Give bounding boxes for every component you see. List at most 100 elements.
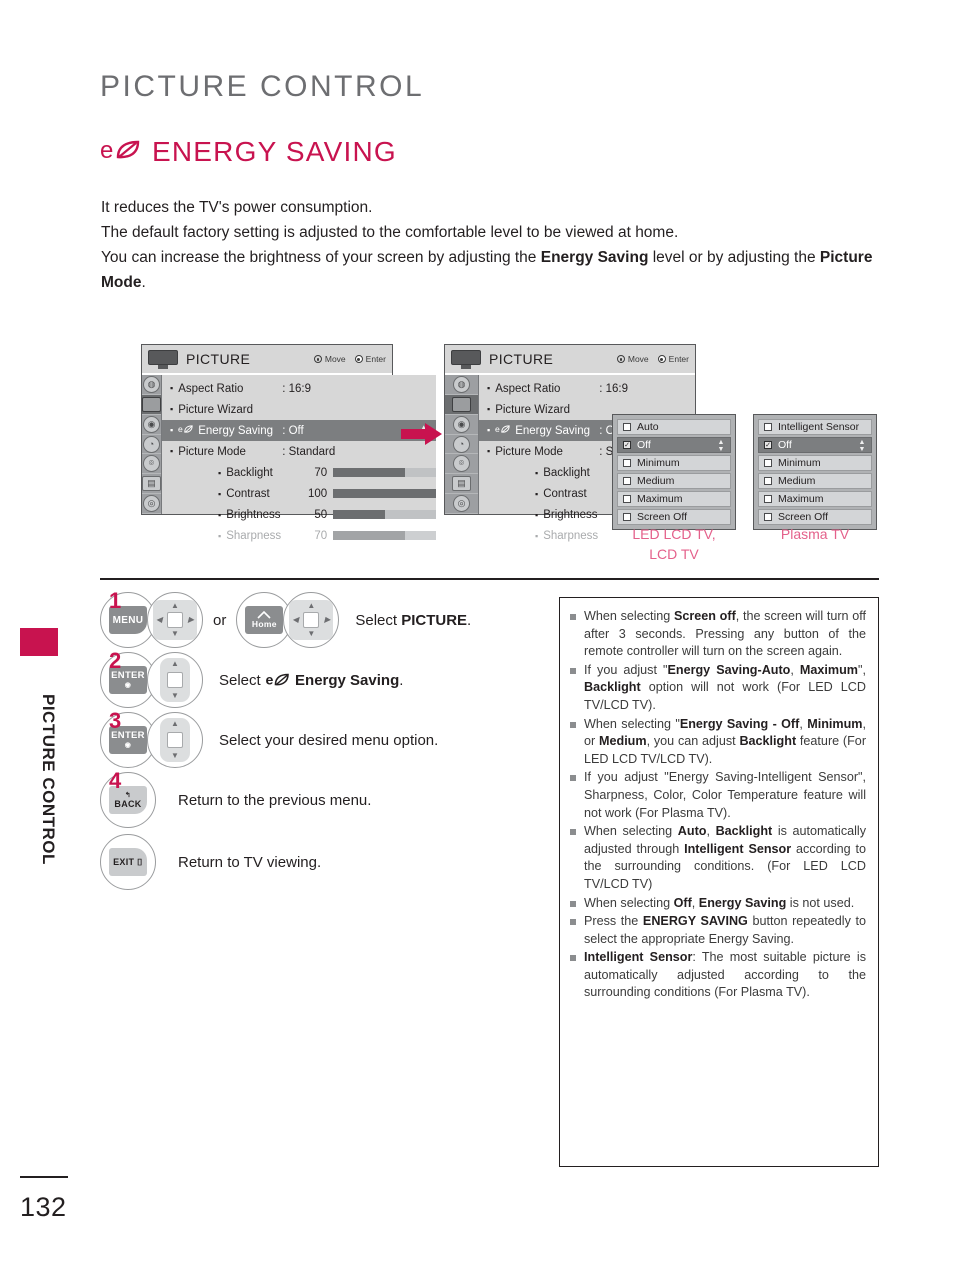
right-arrow-icon[interactable]: ▶ bbox=[324, 616, 330, 624]
dpad-icon[interactable]: ▲ ▼ ◀ ▶ bbox=[289, 600, 334, 640]
dropdown-option-medium[interactable]: Medium bbox=[758, 473, 872, 489]
slider-value: 70 bbox=[314, 529, 328, 542]
osd-icon-audio[interactable]: ◉ bbox=[445, 415, 478, 435]
checkbox-icon[interactable] bbox=[764, 459, 772, 467]
up-arrow-icon[interactable]: ▲ bbox=[307, 602, 315, 610]
osd-row-value: : Off bbox=[282, 424, 304, 437]
slider-value: 100 bbox=[308, 487, 328, 500]
osd-icon-lock[interactable]: ⌾ bbox=[445, 454, 478, 475]
osd-icon-time[interactable]: ◔ bbox=[142, 435, 161, 455]
up-down-arrows-icon[interactable]: ▲▼ bbox=[717, 439, 725, 453]
dropdown-option-auto[interactable]: Auto bbox=[617, 419, 731, 435]
step-1: 1 MENU ▲ ▼ ◀ ▶ or Home ▲ ▼ ◀ ▶ Select PI… bbox=[100, 588, 530, 648]
navigation-pad-button[interactable]: ▲ ▼ ◀ ▶ bbox=[283, 592, 340, 648]
osd-hint-move-label: Move bbox=[324, 354, 346, 364]
updown-pad-icon[interactable]: ▲ ▼ bbox=[160, 658, 190, 702]
osd-icon-setup[interactable]: ◍ bbox=[142, 375, 161, 395]
osd-row-label: Picture Wizard bbox=[495, 403, 570, 416]
dropdown-option-off[interactable]: ✓ Off ▲ ▼ bbox=[758, 437, 872, 453]
osd-icon-option[interactable]: ▤ bbox=[142, 474, 161, 495]
osd-icon-time[interactable]: ◔ bbox=[445, 435, 478, 455]
up-arrow-icon[interactable]: ▲ bbox=[171, 602, 179, 610]
note-item: Intelligent Sensor: The most suitable pi… bbox=[570, 949, 866, 1002]
osd-row-aspect-ratio[interactable]: ▪ Aspect Ratio : 16:9 bbox=[479, 378, 695, 399]
navigation-pad-button[interactable]: ▲ ▼ ◀ ▶ bbox=[147, 592, 203, 648]
osd-icon-network[interactable]: ◎ bbox=[142, 494, 161, 515]
dpad-icon[interactable]: ▲ ▼ ◀ ▶ bbox=[153, 600, 197, 640]
checkbox-icon[interactable] bbox=[623, 423, 631, 431]
exit-button[interactable]: EXIT ⌷ bbox=[100, 834, 156, 890]
osd-icon-network[interactable]: ◎ bbox=[445, 494, 478, 515]
step-number: 3 bbox=[109, 708, 122, 733]
dropdown-option-medium[interactable]: Medium bbox=[617, 473, 731, 489]
checkbox-icon[interactable] bbox=[764, 423, 772, 431]
dropdown-option-maximum[interactable]: Maximum bbox=[758, 491, 872, 507]
down-arrow-icon[interactable]: ▼ bbox=[171, 692, 179, 700]
up-down-arrows-icon[interactable]: ▲▼ bbox=[858, 439, 866, 453]
osd-icon-picture[interactable] bbox=[142, 394, 161, 415]
checkbox-checked-icon[interactable]: ✓ bbox=[623, 441, 631, 449]
updown-pad-icon[interactable]: ▲ ▼ bbox=[160, 718, 190, 762]
osd-row-aspect-ratio[interactable]: ▪ Aspect Ratio : 16:9 bbox=[162, 378, 436, 399]
dropdown-option-intelligent-sensor[interactable]: Intelligent Sensor bbox=[758, 419, 872, 435]
dropdown-option-screen-off[interactable]: Screen Off bbox=[617, 509, 731, 525]
osd-slider-sharpness[interactable]: ▪ Sharpness 70 bbox=[162, 525, 437, 546]
osd-hint-move: Move bbox=[313, 354, 346, 364]
slider-track[interactable] bbox=[333, 531, 437, 540]
dropdown-option-maximum[interactable]: Maximum bbox=[617, 491, 731, 507]
right-arrow-icon[interactable]: ▶ bbox=[188, 616, 194, 624]
step-number: 1 bbox=[109, 588, 122, 613]
ok-center-button[interactable] bbox=[167, 612, 183, 628]
row-bullet-icon: ▪ bbox=[535, 509, 539, 520]
osd-icon-option[interactable]: ▤ bbox=[445, 474, 478, 495]
dropdown-option-screen-off[interactable]: Screen Off bbox=[758, 509, 872, 525]
checkbox-icon[interactable] bbox=[623, 513, 631, 521]
osd-slider-backlight[interactable]: ▪ Backlight 70 bbox=[162, 462, 437, 483]
slider-track[interactable] bbox=[333, 510, 437, 519]
osd-hint-enter: Enter bbox=[354, 354, 386, 364]
osd-row-energy-saving[interactable]: ▪ e Energy Saving : Off ▲▼ bbox=[162, 420, 437, 441]
updown-pad-button[interactable]: ▲ ▼ bbox=[147, 652, 203, 708]
up-arrow-icon[interactable]: ▲ bbox=[171, 660, 179, 668]
checkbox-icon[interactable] bbox=[764, 477, 772, 485]
ok-center-button[interactable] bbox=[167, 732, 183, 748]
updown-pad-button[interactable]: ▲ ▼ bbox=[147, 712, 203, 768]
left-arrow-icon[interactable]: ◀ bbox=[156, 616, 162, 624]
osd-icon-audio[interactable]: ◉ bbox=[142, 415, 161, 435]
svg-text:e: e bbox=[178, 424, 183, 434]
ok-center-button[interactable] bbox=[303, 612, 320, 628]
ok-center-button[interactable] bbox=[167, 672, 183, 688]
dropdown-option-minimum[interactable]: Minimum bbox=[617, 455, 731, 471]
energy-saving-dropdown-lcd[interactable]: Auto ✓ Off ▲ ▼ Minimum Medium Maximum Scr… bbox=[612, 414, 736, 530]
eco-leaf-icon: e bbox=[178, 424, 194, 437]
osd-slider-brightness[interactable]: ▪ Brightness 50 bbox=[162, 504, 437, 525]
slider-track[interactable] bbox=[333, 489, 437, 498]
left-arrow-icon[interactable]: ◀ bbox=[292, 616, 298, 624]
checkbox-icon[interactable] bbox=[764, 495, 772, 503]
notes-box: When selecting Screen off, the screen wi… bbox=[559, 597, 879, 1167]
checkbox-checked-icon[interactable]: ✓ bbox=[764, 441, 772, 449]
osd-icon-lock[interactable]: ⌾ bbox=[142, 454, 161, 475]
checkbox-icon[interactable] bbox=[623, 495, 631, 503]
osd-icon-picture[interactable] bbox=[445, 394, 478, 415]
checkbox-icon[interactable] bbox=[623, 459, 631, 467]
dropdown-option-off[interactable]: ✓ Off ▲ ▼ bbox=[617, 437, 731, 453]
time-icon: ◔ bbox=[143, 435, 160, 453]
down-arrow-icon[interactable]: ▼ bbox=[171, 752, 179, 760]
osd-icon-setup[interactable]: ◍ bbox=[445, 375, 478, 395]
osd-slider-contrast[interactable]: ▪ Contrast 100 bbox=[162, 483, 437, 504]
step-2: 2 ENTER ◉ ▲ ▼ Select e Energy Saving. bbox=[100, 648, 530, 708]
down-arrow-icon[interactable]: ▼ bbox=[171, 630, 179, 638]
slider-track[interactable] bbox=[333, 468, 437, 477]
row-bullet-icon: ▪ bbox=[218, 509, 222, 520]
checkbox-icon[interactable] bbox=[623, 477, 631, 485]
osd-picture-menu-before: PICTURE Move Enter ◍ ◉ ◔ ⌾ ▤ ◎ ▪ Aspect … bbox=[141, 344, 437, 542]
page-number: 132 bbox=[20, 1192, 67, 1222]
dropdown-option-minimum[interactable]: Minimum bbox=[758, 455, 872, 471]
osd-row-picture-wizard[interactable]: ▪ Picture Wizard bbox=[162, 399, 436, 420]
up-arrow-icon[interactable]: ▲ bbox=[171, 720, 179, 728]
checkbox-icon[interactable] bbox=[764, 513, 772, 521]
osd-row-picture-mode[interactable]: ▪ Picture Mode : Standard bbox=[162, 441, 436, 462]
energy-saving-dropdown-plasma[interactable]: Intelligent Sensor ✓ Off ▲ ▼ Minimum Medi… bbox=[753, 414, 877, 530]
down-arrow-icon[interactable]: ▼ bbox=[307, 630, 315, 638]
